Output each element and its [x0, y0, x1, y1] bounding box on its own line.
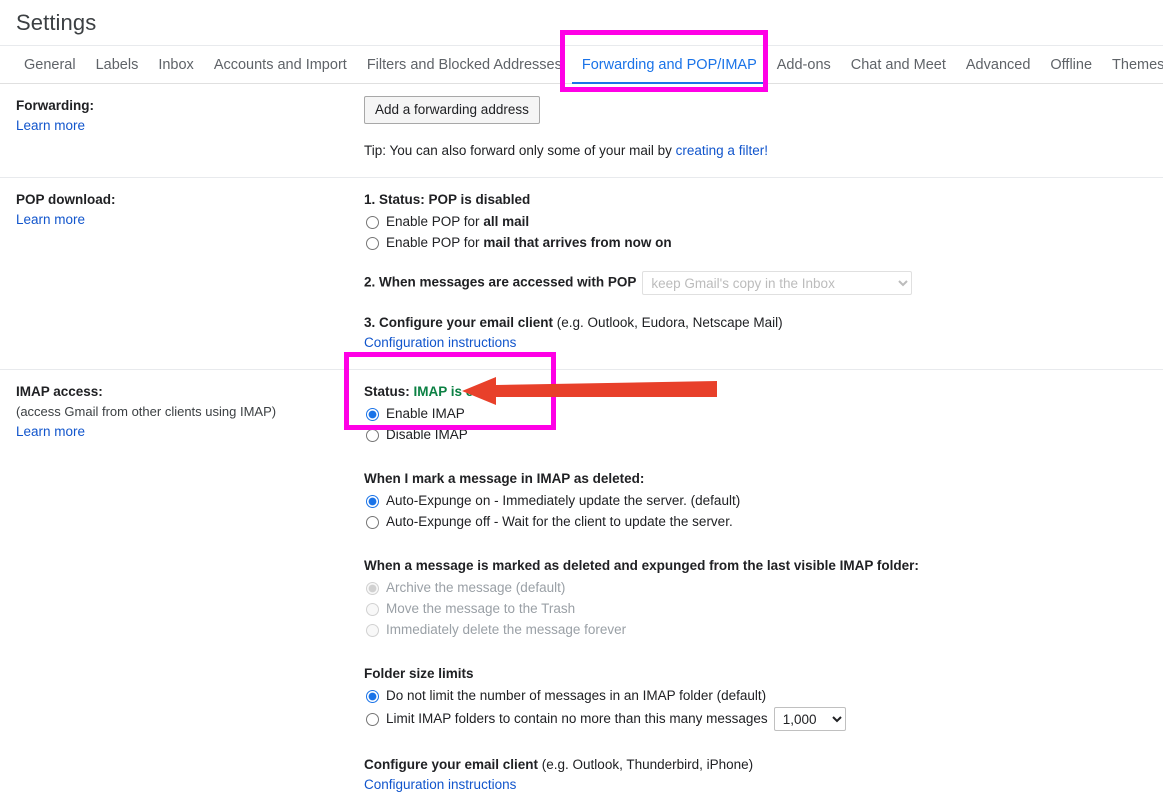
- pop-enable-all-mail-option[interactable]: Enable POP for all mail: [364, 212, 1147, 232]
- imap-deleted-heading: When a message is marked as deleted and …: [364, 558, 919, 573]
- pop-configure-block: 3. Configure your email client (e.g. Out…: [364, 313, 1147, 353]
- imap-expunge-on-option[interactable]: Auto-Expunge on - Immediately update the…: [364, 491, 1147, 511]
- imap-deleted-archive-option: Archive the message (default): [364, 578, 1147, 598]
- imap-folder-nolimit-label[interactable]: Do not limit the number of messages in a…: [386, 686, 766, 706]
- tab-offline[interactable]: Offline: [1040, 46, 1102, 83]
- imap-enable-label[interactable]: Enable IMAP: [386, 404, 465, 424]
- imap-folder-size-block: Folder size limits Do not limit the numb…: [364, 664, 1147, 731]
- imap-disable-label[interactable]: Disable IMAP: [386, 425, 468, 445]
- imap-folder-nolimit-radio[interactable]: [366, 689, 379, 703]
- imap-status-badge: IMAP is enabled: [413, 384, 517, 399]
- page-title: Settings: [16, 9, 97, 35]
- forwarding-label: Forwarding:: [16, 98, 94, 113]
- settings-page: Settings General Labels Inbox Accounts a…: [0, 0, 1163, 809]
- tab-general[interactable]: General: [14, 46, 86, 83]
- imap-deleted-archive-radio: [366, 581, 379, 595]
- imap-disable-radio[interactable]: [366, 428, 379, 442]
- pop-configuration-instructions-link[interactable]: Configuration instructions: [364, 335, 516, 350]
- forwarding-body-col: Add a forwarding address Tip: You can al…: [364, 96, 1163, 161]
- imap-expunge-on-radio[interactable]: [366, 494, 379, 508]
- pop-configure-text: 3. Configure your email client (e.g. Out…: [364, 315, 783, 330]
- imap-folder-nolimit-option[interactable]: Do not limit the number of messages in a…: [364, 686, 1147, 706]
- imap-access-row: IMAP access: (access Gmail from other cl…: [0, 370, 1163, 809]
- pop-download-label: POP download:: [16, 192, 116, 207]
- forwarding-learn-more-link[interactable]: Learn more: [16, 118, 85, 133]
- pop-label-col: POP download: Learn more: [0, 190, 364, 353]
- tab-accounts-and-import[interactable]: Accounts and Import: [204, 46, 357, 83]
- imap-access-label: IMAP access:: [16, 384, 103, 399]
- imap-deleted-archive-label: Archive the message (default): [386, 580, 566, 595]
- imap-deleted-forever-option: Immediately delete the message forever: [364, 620, 1147, 640]
- imap-status-line: Status: IMAP is enabled: [364, 384, 517, 399]
- pop-enable-all-mail-label[interactable]: Enable POP for all mail: [386, 212, 529, 232]
- imap-enable-option[interactable]: Enable IMAP: [364, 404, 1147, 424]
- tab-add-ons[interactable]: Add-ons: [767, 46, 841, 83]
- imap-deleted-trash-radio: [366, 602, 379, 616]
- settings-content: Forwarding: Learn more Add a forwarding …: [0, 84, 1163, 809]
- pop-accessed-select[interactable]: keep Gmail's copy in the Inboxmark Gmail…: [642, 271, 913, 295]
- pop-body-col: 1. Status: POP is disabled Enable POP fo…: [364, 190, 1163, 353]
- pop-enable-new-mail-radio[interactable]: [366, 236, 379, 250]
- imap-learn-more-link[interactable]: Learn more: [16, 424, 85, 439]
- imap-expunge-off-option[interactable]: Auto-Expunge off - Wait for the client t…: [364, 512, 1147, 532]
- pop-download-row: POP download: Learn more 1. Status: POP …: [0, 178, 1163, 370]
- pop-learn-more-link[interactable]: Learn more: [16, 212, 85, 227]
- pop-enable-all-mail-radio[interactable]: [366, 215, 379, 229]
- imap-deleted-forever-label: Immediately delete the message forever: [386, 622, 627, 637]
- imap-deleted-forever-radio: [366, 623, 379, 637]
- pop-accessed-block: 2. When messages are accessed with POP ke…: [364, 271, 1147, 295]
- imap-folder-limit-select[interactable]: 1,0002,0005,00010,000: [773, 707, 846, 731]
- tab-inbox[interactable]: Inbox: [148, 46, 203, 83]
- imap-access-sublabel: (access Gmail from other clients using I…: [16, 404, 277, 419]
- tab-advanced[interactable]: Advanced: [956, 46, 1041, 83]
- imap-body-col: Status: IMAP is enabled Enable IMAP Disa…: [364, 382, 1163, 795]
- settings-tabbar: General Labels Inbox Accounts and Import…: [0, 46, 1163, 84]
- tab-chat-and-meet[interactable]: Chat and Meet: [841, 46, 956, 83]
- forwarding-tip-text: Tip: You can also forward only some of y…: [364, 143, 676, 158]
- forwarding-row: Forwarding: Learn more Add a forwarding …: [0, 84, 1163, 178]
- imap-deleted-trash-option: Move the message to the Trash: [364, 599, 1147, 619]
- imap-folder-limit-label[interactable]: Limit IMAP folders to contain no more th…: [386, 709, 768, 729]
- imap-expunge-block: When I mark a message in IMAP as deleted…: [364, 469, 1147, 532]
- tab-filters-and-blocked-addresses[interactable]: Filters and Blocked Addresses: [357, 46, 572, 83]
- add-forwarding-address-button[interactable]: Add a forwarding address: [364, 96, 540, 124]
- imap-expunge-on-label[interactable]: Auto-Expunge on - Immediately update the…: [386, 491, 740, 511]
- pop-enable-new-mail-label[interactable]: Enable POP for mail that arrives from no…: [386, 233, 672, 253]
- pop-accessed-label: 2. When messages are accessed with POP: [364, 274, 637, 290]
- imap-expunge-off-radio[interactable]: [366, 515, 379, 529]
- forwarding-tip: Tip: You can also forward only some of y…: [364, 141, 1147, 161]
- creating-a-filter-link[interactable]: creating a filter!: [676, 143, 768, 158]
- imap-label-col: IMAP access: (access Gmail from other cl…: [0, 382, 364, 795]
- imap-folder-limit-option[interactable]: Limit IMAP folders to contain no more th…: [364, 707, 1147, 731]
- tab-themes[interactable]: Themes: [1102, 46, 1163, 83]
- imap-deleted-trash-label: Move the message to the Trash: [386, 601, 576, 616]
- forwarding-label-col: Forwarding: Learn more: [0, 96, 364, 161]
- imap-folder-size-heading: Folder size limits: [364, 666, 474, 681]
- imap-configure-text: Configure your email client (e.g. Outloo…: [364, 757, 754, 772]
- pop-enable-new-mail-option[interactable]: Enable POP for mail that arrives from no…: [364, 233, 1147, 253]
- imap-expunge-heading: When I mark a message in IMAP as deleted…: [364, 471, 645, 486]
- settings-header: Settings: [0, 0, 1163, 46]
- tab-forwarding-and-pop-imap[interactable]: Forwarding and POP/IMAP: [571, 46, 767, 84]
- imap-folder-limit-radio[interactable]: [366, 712, 379, 726]
- pop-status-text: 1. Status: POP is disabled: [364, 192, 531, 207]
- imap-configure-block: Configure your email client (e.g. Outloo…: [364, 755, 1147, 795]
- tab-labels[interactable]: Labels: [86, 46, 149, 83]
- imap-deleted-block: When a message is marked as deleted and …: [364, 556, 1147, 640]
- imap-enable-radio[interactable]: [366, 407, 379, 421]
- imap-configuration-instructions-link[interactable]: Configuration instructions: [364, 777, 516, 792]
- imap-expunge-off-label[interactable]: Auto-Expunge off - Wait for the client t…: [386, 512, 733, 532]
- imap-disable-option[interactable]: Disable IMAP: [364, 425, 1147, 445]
